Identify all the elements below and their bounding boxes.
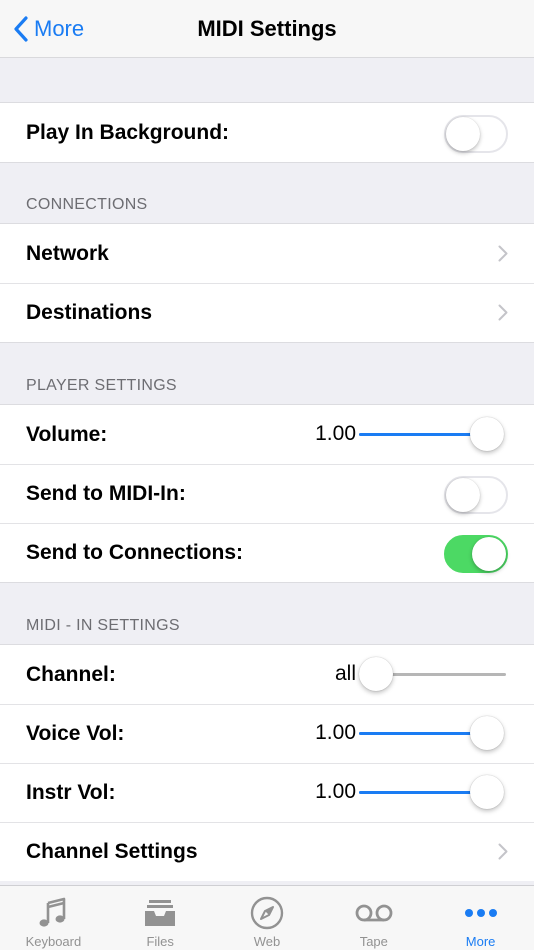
tab-tape-label: Tape: [359, 934, 388, 949]
destinations-label: Destinations: [26, 300, 153, 324]
voicemail-tape-icon: [354, 896, 394, 930]
toggle-knob: [446, 478, 480, 512]
send-to-midi-in-row: Send to MIDI-In:: [0, 464, 534, 523]
tab-files-label: Files: [146, 934, 174, 949]
send-to-connections-label: Send to Connections:: [26, 540, 243, 564]
general-group: Play In Background:: [0, 102, 534, 163]
send-to-connections-toggle[interactable]: [444, 535, 508, 573]
voice-vol-value: 1.00: [315, 721, 356, 744]
tab-keyboard-label: Keyboard: [25, 934, 82, 949]
network-row[interactable]: Network: [0, 224, 534, 283]
tab-bar: Keyboard Files Web Tape More: [0, 885, 534, 950]
midi-in-settings-header: MIDI - IN SETTINGS: [26, 617, 180, 634]
instr-vol-row: Instr Vol: 1.00: [0, 763, 534, 822]
play-in-background-toggle[interactable]: [444, 115, 508, 153]
tab-more[interactable]: More: [427, 886, 534, 950]
slider-thumb[interactable]: [470, 716, 504, 750]
player-settings-header: PLAYER SETTINGS: [26, 377, 177, 394]
channel-label: Channel:: [26, 662, 116, 686]
play-in-background-label: Play In Background:: [26, 120, 230, 144]
destinations-row[interactable]: Destinations: [0, 283, 534, 342]
volume-value: 1.00: [315, 422, 356, 445]
play-in-background-row: Play In Background:: [0, 103, 534, 162]
more-dots-icon: [461, 896, 501, 930]
toggle-knob: [446, 117, 480, 151]
instr-vol-slider[interactable]: [359, 763, 504, 822]
volume-slider[interactable]: [359, 405, 504, 464]
send-to-midi-in-label: Send to MIDI-In:: [26, 481, 186, 505]
tab-keyboard[interactable]: Keyboard: [0, 886, 107, 950]
voice-vol-row: Voice Vol: 1.00: [0, 704, 534, 763]
volume-label: Volume:: [26, 422, 108, 446]
compass-icon: [247, 896, 287, 930]
page-title: MIDI Settings: [197, 16, 337, 41]
tab-tape[interactable]: Tape: [320, 886, 427, 950]
tab-web[interactable]: Web: [214, 886, 321, 950]
tray-icon: [140, 896, 180, 930]
midi-in-settings-group: Channel: all Voice Vol: 1.00 Instr Vol: …: [0, 644, 534, 881]
voice-vol-slider[interactable]: [359, 704, 504, 763]
volume-row: Volume: 1.00: [0, 405, 534, 464]
player-settings-group: Volume: 1.00 Send to MIDI-In: Send to Co…: [0, 404, 534, 583]
tab-files[interactable]: Files: [107, 886, 214, 950]
slider-thumb[interactable]: [470, 775, 504, 809]
slider-fill: [359, 732, 487, 735]
chevron-right-icon: [498, 843, 508, 860]
channel-settings-label: Channel Settings: [26, 839, 198, 863]
slider-track: [376, 673, 506, 676]
chevron-right-icon: [498, 304, 508, 321]
send-to-connections-row: Send to Connections:: [0, 523, 534, 582]
slider-fill: [359, 433, 487, 436]
voice-vol-label: Voice Vol:: [26, 721, 125, 745]
instr-vol-label: Instr Vol:: [26, 780, 116, 804]
channel-row: Channel: all: [0, 645, 534, 704]
channel-slider[interactable]: [359, 645, 506, 704]
tab-web-label: Web: [253, 934, 281, 949]
toggle-knob: [472, 537, 506, 571]
navigation-bar: More MIDI Settings: [0, 0, 534, 58]
connections-group: Network Destinations: [0, 223, 534, 343]
network-label: Network: [26, 241, 109, 265]
slider-thumb[interactable]: [470, 417, 504, 451]
channel-settings-row[interactable]: Channel Settings: [0, 822, 534, 881]
chevron-right-icon: [498, 245, 508, 262]
music-note-icon: [33, 896, 73, 930]
send-to-midi-in-toggle[interactable]: [444, 476, 508, 514]
connections-header: CONNECTIONS: [26, 196, 148, 213]
tab-more-label: More: [465, 934, 496, 949]
instr-vol-value: 1.00: [315, 780, 356, 803]
slider-fill: [359, 791, 487, 794]
slider-thumb[interactable]: [359, 657, 393, 691]
channel-value: all: [334, 662, 356, 685]
